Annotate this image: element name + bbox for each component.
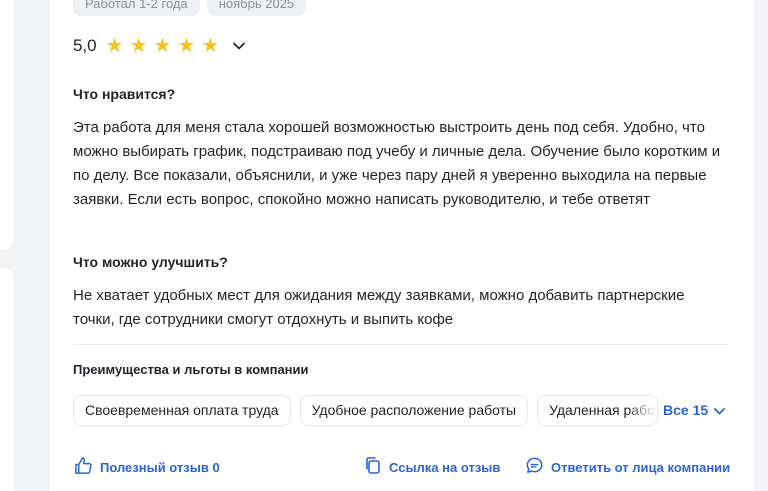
date-tag: ноябрь 2025: [206, 0, 307, 16]
improve-text: Не хватает удобных мест для ожидания меж…: [73, 287, 685, 328]
improve-title: Что можно улучшить?: [73, 254, 228, 270]
experience-tag: Работал 1-2 года: [73, 0, 200, 16]
reply-label: Ответить от лица компании: [551, 459, 731, 475]
star-icon: ★: [129, 35, 148, 57]
star-icon: ★: [201, 35, 220, 57]
review-tags: Работал 1-2 года ноябрь 2025: [73, 0, 307, 16]
likes-text: Эта работа для меня стала хорошей возмож…: [73, 119, 721, 208]
star-icon: ★: [177, 35, 196, 57]
benefit-chip[interactable]: Своевременная оплата труда: [73, 394, 291, 426]
rating-row: 5,0 ★ ★ ★ ★ ★: [73, 35, 246, 57]
chevron-down-icon[interactable]: [233, 42, 246, 50]
copy-link-label: Ссылка на отзыв: [389, 459, 501, 475]
divider: [73, 344, 728, 345]
helpful-button[interactable]: Полезный отзыв 0: [74, 456, 220, 478]
star-icon: ★: [153, 35, 172, 57]
likes-title: Что нравится?: [73, 86, 176, 102]
reply-button[interactable]: Ответить от лица компании: [525, 456, 730, 478]
benefits-list: Своевременная оплата труда Удобное распо…: [73, 394, 667, 426]
show-all-benefits-button[interactable]: Все 15: [663, 402, 726, 418]
benefits-title: Преимущества и льготы в компании: [73, 362, 309, 377]
previous-card-edge: [0, 0, 14, 250]
review-actions: Полезный отзыв 0 Ссылка на отзыв Ответит…: [0, 456, 768, 478]
rating-value: 5,0: [73, 36, 97, 55]
copy-link-button[interactable]: Ссылка на отзыв: [364, 456, 500, 478]
benefit-chip[interactable]: Удобное расположение работы: [299, 394, 529, 426]
benefit-chip[interactable]: Удаленная работа: [537, 394, 659, 426]
chevron-down-icon: [708, 402, 726, 418]
copy-link-icon: [364, 456, 389, 478]
star-icon: ★: [105, 35, 124, 57]
chat-bubble-icon: [525, 456, 551, 478]
show-all-label: Все 15: [663, 402, 709, 418]
helpful-label: Полезный отзыв 0: [100, 459, 220, 475]
thumbs-up-icon: [74, 456, 100, 478]
